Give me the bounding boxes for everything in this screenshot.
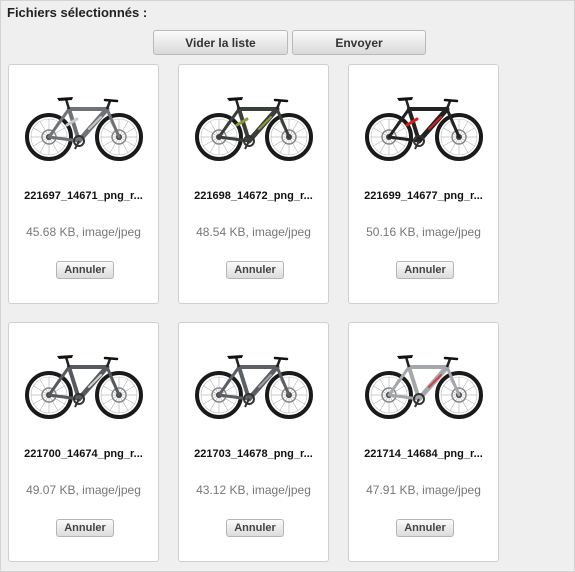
file-name: 221703_14678_png_r...	[194, 448, 313, 460]
bike-thumbnail	[365, 355, 483, 419]
file-card: 221714_14684_png_r... 47.91 KB, image/jp…	[348, 322, 499, 562]
bike-frame	[47, 355, 121, 408]
bike-frame	[387, 355, 461, 408]
file-meta: 47.91 KB, image/jpeg	[366, 483, 481, 497]
cancel-button[interactable]: Annuler	[226, 261, 284, 279]
file-name: 221699_14677_png_r...	[364, 190, 483, 202]
file-meta: 45.68 KB, image/jpeg	[26, 225, 141, 239]
bike-frame	[387, 97, 461, 150]
file-card: 221697_14671_png_r... 45.68 KB, image/jp…	[8, 64, 159, 304]
bike-thumbnail	[195, 97, 313, 161]
file-meta: 49.07 KB, image/jpeg	[26, 483, 141, 497]
file-meta: 50.16 KB, image/jpeg	[366, 225, 481, 239]
bike-thumbnail	[25, 355, 143, 419]
cancel-button[interactable]: Annuler	[226, 519, 284, 537]
file-meta: 43.12 KB, image/jpeg	[196, 483, 311, 497]
file-card: 221703_14678_png_r... 43.12 KB, image/jp…	[178, 322, 329, 562]
bike-thumbnail	[195, 355, 313, 419]
page-title: Fichiers sélectionnés :	[7, 5, 148, 20]
cancel-button[interactable]: Annuler	[56, 519, 114, 537]
upload-panel: Fichiers sélectionnés : Vider la liste E…	[0, 0, 575, 572]
file-meta: 48.54 KB, image/jpeg	[196, 225, 311, 239]
file-name: 221700_14674_png_r...	[24, 448, 143, 460]
file-card: 221698_14672_png_r... 48.54 KB, image/jp…	[178, 64, 329, 304]
bike-frame	[217, 355, 291, 408]
bike-frame	[217, 97, 291, 150]
file-name: 221697_14671_png_r...	[24, 190, 143, 202]
file-card: 221700_14674_png_r... 49.07 KB, image/jp…	[8, 322, 159, 562]
send-button[interactable]: Envoyer	[292, 30, 426, 55]
file-name: 221698_14672_png_r...	[194, 190, 313, 202]
file-name: 221714_14684_png_r...	[364, 448, 483, 460]
cancel-button[interactable]: Annuler	[396, 519, 454, 537]
clear-list-button[interactable]: Vider la liste	[153, 30, 288, 55]
bike-thumbnail	[365, 97, 483, 161]
bike-thumbnail	[25, 97, 143, 161]
cancel-button[interactable]: Annuler	[56, 261, 114, 279]
bike-frame	[47, 97, 121, 150]
file-card: 221699_14677_png_r... 50.16 KB, image/jp…	[348, 64, 499, 304]
cancel-button[interactable]: Annuler	[396, 261, 454, 279]
